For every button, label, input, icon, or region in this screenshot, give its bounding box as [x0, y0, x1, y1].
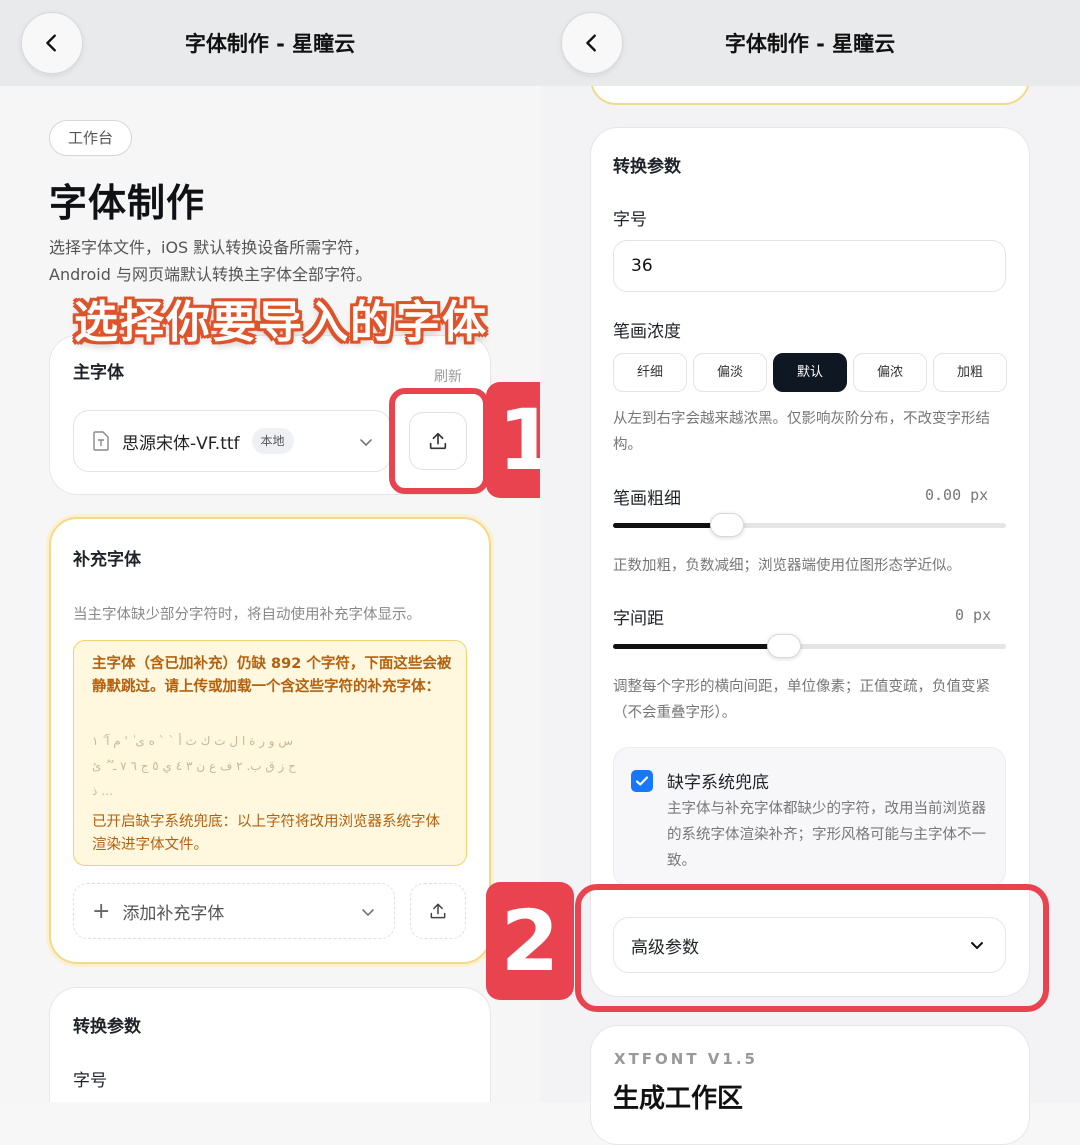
upload-icon	[430, 903, 446, 919]
slider-thumb[interactable]	[767, 634, 801, 658]
stroke-width-value: 0.00 px	[925, 486, 989, 504]
plus-icon: +	[92, 898, 111, 924]
left-screen: 字体制作 - 星瞳云 工作台 字体制作 选择字体文件，iOS 默认转换设备所需字…	[0, 0, 540, 1102]
letter-spacing-hint: 调整每个字形的横向间距，单位像素；正值变疏，负值变紧（不会重叠字形）。	[613, 679, 990, 721]
page-description: 选择字体文件，iOS 默认转换设备所需字符， Android 与网页端默认转换主…	[49, 234, 489, 288]
chevron-down-icon	[360, 439, 372, 447]
letter-spacing-label: 字间距	[613, 609, 664, 629]
breadcrumb[interactable]: 工作台	[49, 120, 133, 156]
chevron-left-icon	[46, 34, 56, 52]
back-button[interactable]	[561, 12, 623, 74]
page-header-title: 字体制作 - 星瞳云	[724, 32, 896, 56]
main-font-filename: 思源宋体-VF.ttf	[122, 433, 240, 454]
annotation-caption: 选择你要导入的字体	[74, 297, 488, 348]
density-option-dark[interactable]: 偏浓	[853, 353, 927, 392]
stroke-width-label: 笔画粗细	[613, 489, 681, 509]
slider-fill	[613, 644, 783, 649]
fallback-notice: 已开启缺字系统兜底：以上字符将改用浏览器系统字体渲染进字体文件。	[92, 814, 440, 853]
slider-thumb[interactable]	[710, 513, 744, 537]
fallback-title: 缺字系统兜底	[667, 773, 769, 793]
top-bar: 字体制作 - 星瞳云	[0, 0, 540, 86]
warning-text: 主字体（含已加补充）仍缺 892 个字符，下面这些会被静默跳过。请上传或加载一个…	[92, 656, 452, 695]
main-font-select[interactable]: 思源宋体-VF.ttf 本地	[73, 410, 391, 472]
top-bar: 字体制作 - 星瞳云	[540, 0, 1080, 86]
density-hint: 从左到右字会越来越浓黑。仅影响灰阶分布，不改变字形结构。	[613, 411, 990, 453]
glyph-line: ح ز ق ب. ٢ ف ع ن ٣ ٤ ي ٥ ج ٦ ٧ ـ ٌ ُ ئ	[92, 759, 296, 773]
add-supplement-label: 添加补充字体	[122, 903, 225, 924]
fallback-description: 主字体与补充字体都缺少的字符，改用当前浏览器的系统字体渲染补齐；字形风格可能与主…	[667, 801, 986, 869]
brand-version: XTFONT V1.5	[614, 1050, 758, 1068]
conversion-params-title: 转换参数	[73, 1017, 141, 1037]
chevron-down-icon	[362, 909, 374, 917]
page-title: 字体制作	[49, 181, 206, 225]
font-size-label: 字号	[613, 210, 647, 230]
letter-spacing-value: 0 px	[955, 606, 992, 624]
missing-glyph-list: س و ر ة ا ل ت ك ث أ ` ` ه ى ٰ ' م آ ً ١ …	[92, 729, 452, 804]
source-badge: 本地	[251, 428, 294, 454]
fallback-checkbox[interactable]	[631, 770, 653, 792]
workspace-title: 生成工作区	[613, 1084, 744, 1114]
annotation-highlight-2	[575, 884, 1049, 1012]
back-button[interactable]	[21, 12, 83, 74]
description-line: Android 与网页端默认转换主字体全部字符。	[49, 265, 372, 284]
density-option-default[interactable]: 默认	[773, 353, 847, 392]
annotation-number-2: 2	[486, 882, 574, 1000]
supplement-description: 当主字体缺少部分字符时，将自动使用补充字体显示。	[73, 607, 421, 623]
missing-glyph-warning: 主字体（含已加补充）仍缺 892 个字符，下面这些会被静默跳过。请上传或加载一个…	[73, 640, 467, 866]
glyph-line: س و ر ة ا ل ت ك ث أ ` ` ه ى ٰ ' م آ ً ١	[92, 734, 294, 748]
font-file-icon	[93, 431, 109, 451]
conversion-params-card: 转换参数 字号	[49, 987, 491, 1102]
stroke-width-hint: 正数加粗，负数减细；浏览器端使用位图形态学近似。	[613, 558, 961, 574]
conversion-params-title: 转换参数	[613, 157, 681, 177]
stroke-density-label: 笔画浓度	[613, 322, 681, 342]
fallback-option[interactable]: 缺字系统兜底 主字体与补充字体都缺少的字符，改用当前浏览器的系统字体渲染补齐；字…	[613, 747, 1006, 887]
description-line: 选择字体文件，iOS 默认转换设备所需字符，	[49, 238, 370, 257]
main-font-title: 主字体	[73, 363, 124, 383]
density-option-thin[interactable]: 纤细	[613, 353, 687, 392]
density-option-light[interactable]: 偏淡	[693, 353, 767, 392]
font-size-input[interactable]: 36	[613, 240, 1006, 292]
chevron-left-icon	[586, 34, 596, 52]
annotation-number-1: 1	[486, 382, 540, 498]
supplement-title: 补充字体	[73, 550, 141, 570]
annotation-highlight-1	[389, 388, 489, 494]
check-icon	[635, 776, 649, 786]
glyph-line: ذ …	[92, 784, 114, 798]
refresh-link[interactable]: 刷新	[434, 366, 462, 386]
font-size-label: 字号	[73, 1071, 107, 1091]
add-supplement-select[interactable]: + 添加补充字体	[73, 883, 395, 939]
page-header-title: 字体制作 - 星瞳云	[184, 32, 356, 56]
density-option-bold[interactable]: 加粗	[933, 353, 1007, 392]
letter-spacing-slider[interactable]	[613, 634, 1006, 658]
upload-supplement-button[interactable]	[410, 883, 466, 939]
stroke-width-slider[interactable]	[613, 513, 1006, 537]
